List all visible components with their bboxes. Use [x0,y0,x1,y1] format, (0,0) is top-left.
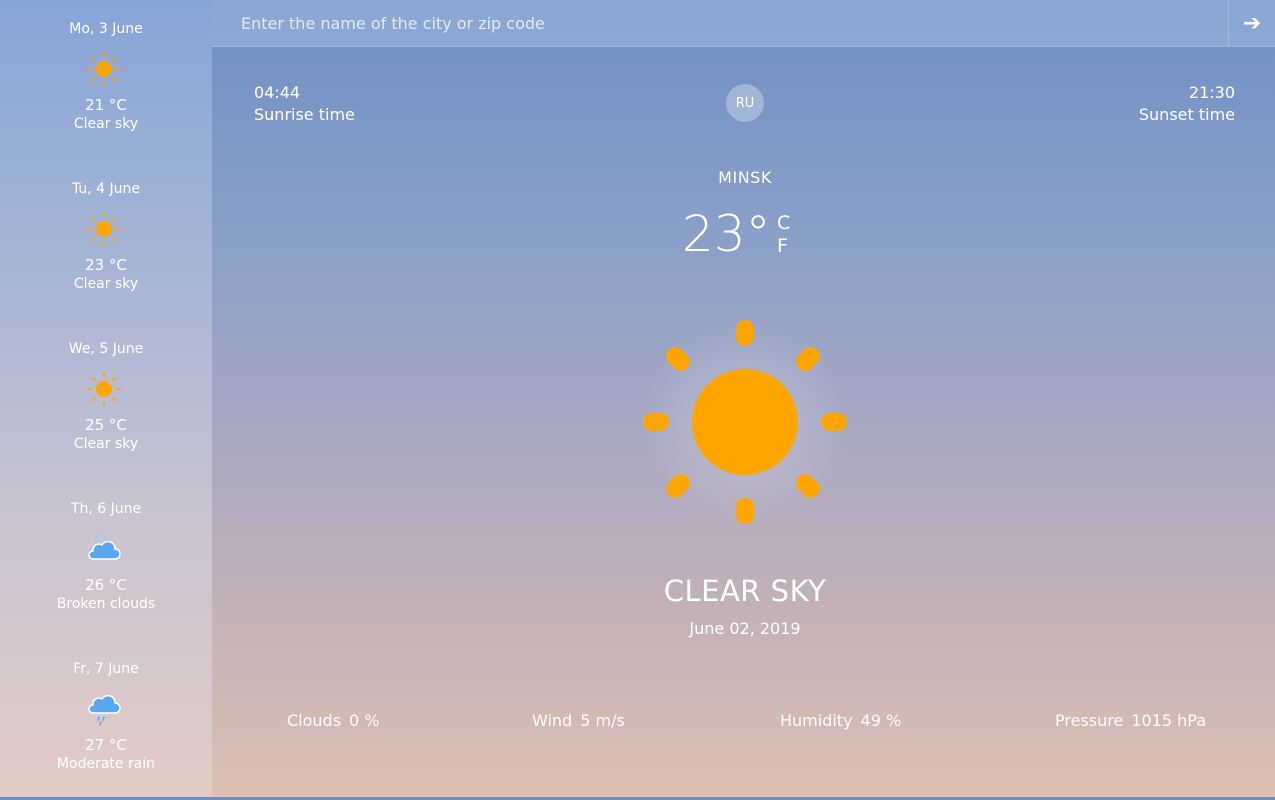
forecast-date: We, 5 June [68,341,144,357]
current-temperature: 23° [682,205,771,263]
arrow-right-icon: ➔ [1242,10,1262,36]
sun-icon [87,372,121,406]
fahrenheit-button[interactable]: F [777,235,790,258]
forecast-desc: Clear sky [73,116,139,132]
search-bar: ➔ [212,0,1275,47]
forecast-desc: Clear sky [73,276,139,292]
sunrise-block: 04:44 Sunrise time [254,82,355,126]
stat-value: 49 % [860,711,902,730]
sunset-label: Sunset time [1138,105,1235,124]
forecast-day: Tu, 4 June 23 °C Clear sky [0,160,212,320]
stat-pressure: Pressure 1015 hPa [1055,711,1206,730]
search-input[interactable] [212,0,1227,46]
forecast-desc: Broken clouds [56,596,156,612]
forecast-date: Tu, 4 June [71,181,141,197]
sunset-time: 21:30 [1188,83,1235,102]
forecast-temp: 23 °C [85,256,127,274]
sunrise-label: Sunrise time [254,105,355,124]
forecast-date: Mo, 3 June [69,21,143,37]
sunset-block: 21:30 Sunset time [1139,82,1235,126]
weather-condition: CLEAR SKY [663,574,827,608]
stat-humidity: Humidity 49 % [780,711,901,730]
weather-sun-icon [640,317,850,526]
sun-icon [87,212,121,246]
forecast-temp: 26 °C [85,576,127,594]
stat-value: 5 m/s [580,711,625,730]
sun-icon [87,52,121,86]
forecast-temp: 25 °C [85,416,127,434]
stat-value: 1015 hPa [1131,711,1207,730]
stat-label: Humidity [780,711,853,730]
stat-clouds: Clouds 0 % [287,711,380,730]
stat-value: 0 % [349,711,380,730]
forecast-desc: Clear sky [73,436,139,452]
rain-cloud-icon [88,694,121,726]
forecast-temp: 27 °C [85,736,127,754]
city-name: MINSK [718,168,772,187]
forecast-date: Th, 6 June [70,501,142,517]
unit-switch: C F [777,212,790,258]
stat-label: Wind [532,711,573,730]
forecast-day: Fr, 7 June 27 °C Moderate rain [0,640,212,800]
forecast-date: Fr, 7 June [73,661,139,677]
forecast-sidebar: Mo, 3 June 21 °C Clear sky Tu, 4 June 23… [0,0,212,797]
stat-wind: Wind 5 m/s [532,711,625,730]
current-date: June 02, 2019 [689,619,801,638]
forecast-day: We, 5 June 25 °C Clear sky [0,320,212,480]
search-submit-button[interactable]: ➔ [1228,0,1275,46]
celsius-button[interactable]: C [777,212,790,235]
forecast-temp: 21 °C [85,96,127,114]
stat-label: Clouds [287,711,342,730]
language-toggle-button[interactable]: RU [726,84,764,122]
cloud-icon [88,533,121,560]
forecast-desc: Moderate rain [56,756,156,772]
forecast-day: Th, 6 June 26 °C Broken clouds [0,480,212,640]
sunrise-time: 04:44 [254,83,301,102]
forecast-day: Mo, 3 June 21 °C Clear sky [0,0,212,160]
stat-label: Pressure [1055,711,1124,730]
